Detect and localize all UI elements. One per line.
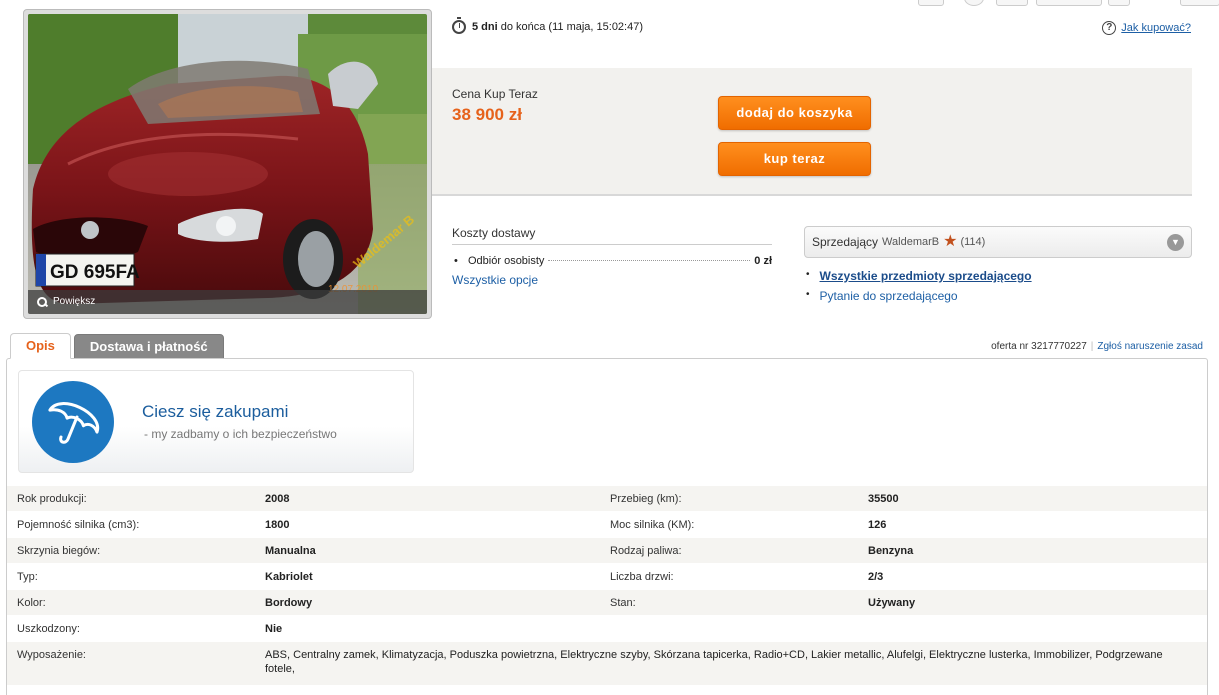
star-rating-icon: ★ [943, 233, 958, 250]
all-seller-items-link[interactable]: Wszystkie przedmioty sprzedającego [820, 269, 1032, 283]
offer-number: oferta nr 3217770227 [991, 341, 1087, 352]
share-icon[interactable] [918, 0, 944, 6]
buyer-protection-banner[interactable]: Ciesz się zakupami - my zadbamy o ich be… [18, 370, 414, 473]
banner-title: Ciesz się zakupami [142, 402, 289, 421]
table-row: Rok produkcji: 2008 Przebieg (km): 35500 [7, 485, 1207, 511]
watch-icon[interactable] [964, 0, 984, 6]
seller-name: WaldemarB [882, 236, 940, 248]
spec-value: 1800 [265, 519, 290, 531]
counter-icon [1108, 0, 1130, 6]
shipping-title: Koszty dostawy [452, 226, 772, 245]
description-panel: Ciesz się zakupami - my zadbamy o ich be… [6, 358, 1208, 695]
spec-label: Typ: [17, 571, 38, 583]
bullet-icon: • [806, 269, 810, 280]
spec-value: Bordowy [265, 597, 313, 609]
spec-label: Pojemność silnika (cm3): [17, 519, 140, 531]
question-icon: ? [1102, 21, 1117, 35]
zoom-button[interactable]: Powiększ [28, 290, 427, 314]
buy-now-button[interactable]: kup teraz [718, 142, 871, 176]
umbrella-icon [32, 381, 114, 463]
seller-link-row: • Pytanie do sprzedającego [806, 289, 1032, 303]
days-left: 5 dni [472, 21, 498, 33]
seller-dropdown[interactable]: Sprzedający WaldemarB ★ (114) ▼ [804, 226, 1192, 258]
spec-label: Przebieg (km): [610, 493, 682, 505]
product-photo[interactable]: GD 695FA Waldemar B 12.07.2010 Powiększ [28, 14, 427, 314]
spec-value: Manualna [265, 545, 316, 557]
tab-bar: Opis Dostawa i płatność [10, 333, 224, 360]
extra-icon[interactable] [1180, 0, 1219, 6]
car-image: GD 695FA Waldemar B 12.07.2010 [28, 14, 427, 314]
spec-label [610, 616, 868, 641]
banner-subtitle: - my zadbamy o ich bezpieczeństwo [144, 427, 337, 441]
shipping-costs: Koszty dostawy • Odbiór osobisty 0 zł Ws… [452, 226, 772, 287]
table-row: Typ: Kabriolet Liczba drzwi: 2/3 [7, 563, 1207, 589]
seller-links: • Wszystkie przedmioty sprzedającego • P… [806, 269, 1032, 309]
dotted-leader [548, 260, 751, 261]
seller-rating-count: (114) [960, 236, 986, 248]
price-value: 38 900 zł [452, 105, 522, 124]
table-row: Skrzynia biegów: Manualna Rodzaj paliwa:… [7, 537, 1207, 563]
stopwatch-icon [452, 17, 466, 34]
spec-value: Używany [868, 597, 916, 609]
end-date: do końca (11 maja, 15:02:47) [500, 21, 644, 33]
all-shipping-options-link[interactable]: Wszystkie opcje [452, 273, 772, 287]
report-link[interactable]: Zgłoś naruszenie zasad [1097, 341, 1203, 352]
top-toolbar-partial [900, 0, 1219, 8]
time-remaining: 5 dni do końca (11 maja, 15:02:47) [452, 17, 644, 34]
how-to-buy-label: Jak kupować? [1121, 22, 1191, 34]
spec-value: 35500 [868, 493, 899, 505]
google-plus-icon[interactable] [996, 0, 1028, 6]
zoom-label: Powiększ [53, 296, 96, 307]
spec-value: Kabriolet [265, 571, 313, 583]
seller-link-row: • Wszystkie przedmioty sprzedającego [806, 269, 1032, 283]
spec-label: Rok produkcji: [17, 493, 87, 505]
equipment-value: ABS, Centralny zamek, Klimatyzacja, Podu… [265, 649, 1163, 675]
specs-table: Rok produkcji: 2008 Przebieg (km): 35500… [7, 485, 1207, 685]
how-to-buy-link[interactable]: ? Jak kupować? [1102, 21, 1191, 35]
chevron-down-icon[interactable]: ▼ [1167, 234, 1184, 251]
equipment-label: Wyposażenie: [17, 649, 86, 661]
product-photo-frame[interactable]: GD 695FA Waldemar B 12.07.2010 Powiększ [23, 9, 432, 319]
facebook-like-icon[interactable] [1036, 0, 1102, 6]
offer-meta: oferta nr 3217770227 | Zgłoś naruszenie za… [991, 341, 1203, 352]
add-to-cart-button[interactable]: dodaj do koszyka [718, 96, 871, 130]
spec-label: Liczba drzwi: [610, 571, 674, 583]
table-row: Uszkodzony: Nie [7, 615, 1207, 641]
spec-label: Skrzynia biegów: [17, 545, 101, 557]
table-row: Wyposażenie: ABS, Centralny zamek, Klima… [7, 641, 1207, 685]
shipping-option: • Odbiór osobisty 0 zł [452, 255, 772, 267]
bullet-icon: • [454, 255, 458, 267]
tab-shipping-payment[interactable]: Dostawa i płatność [73, 334, 224, 360]
spec-label: Stan: [610, 597, 636, 609]
ask-seller-link[interactable]: Pytanie do sprzedającego [820, 289, 958, 303]
spec-value: Benzyna [868, 545, 914, 557]
spec-label: Rodzaj paliwa: [610, 545, 682, 557]
spec-label: Uszkodzony: [17, 623, 80, 635]
spec-label: Kolor: [17, 597, 46, 609]
spec-label: Moc silnika (KM): [610, 519, 695, 531]
spec-value: 126 [868, 519, 887, 531]
spec-value [868, 616, 1188, 641]
spec-value: 2/3 [868, 571, 884, 583]
shipping-option-price: 0 zł [754, 255, 772, 267]
seller-label: Sprzedający [812, 235, 879, 249]
svg-text:GD 695FA: GD 695FA [50, 262, 140, 283]
spec-value: Nie [265, 623, 283, 635]
tab-description[interactable]: Opis [10, 333, 71, 359]
bullet-icon: • [806, 289, 810, 300]
shipping-option-name: Odbiór osobisty [468, 255, 545, 267]
table-row: Pojemność silnika (cm3): 1800 Moc silnik… [7, 511, 1207, 537]
price-label: Cena Kup Teraz [452, 87, 538, 101]
table-row: Kolor: Bordowy Stan: Używany [7, 589, 1207, 615]
spec-value: 2008 [265, 493, 290, 505]
magnifier-icon [36, 296, 48, 308]
price-panel: Cena Kup Teraz 38 900 zł dodaj do koszyk… [432, 68, 1192, 196]
